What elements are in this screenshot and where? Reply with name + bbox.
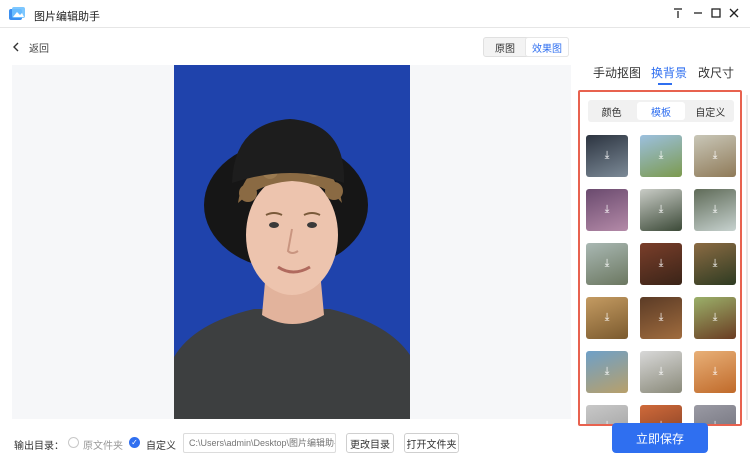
- option-original-folder-label: 原文件夹: [83, 441, 123, 452]
- template-thumb-deer[interactable]: ⤓: [694, 243, 736, 285]
- app-title: 图片编辑助手: [34, 11, 100, 23]
- output-path-field[interactable]: [183, 433, 336, 453]
- option-custom-label: 自定义: [146, 441, 176, 452]
- template-thumb-horse[interactable]: ⤓: [694, 297, 736, 339]
- template-thumb-forest-road[interactable]: ⤓: [586, 243, 628, 285]
- template-thumb-foggy-hills[interactable]: ⤓: [640, 189, 682, 231]
- back-button[interactable]: 返回: [12, 39, 49, 55]
- mode-custom[interactable]: 自定义: [687, 100, 734, 122]
- template-thumb-lion[interactable]: ⤓: [586, 297, 628, 339]
- change-dir-button[interactable]: 更改目录: [346, 433, 394, 453]
- chevron-left-icon: [13, 42, 19, 52]
- download-icon: ⤓: [712, 203, 718, 216]
- maximize-icon[interactable]: [708, 5, 724, 21]
- download-icon: ⤓: [604, 149, 610, 162]
- save-now-button[interactable]: 立即保存: [612, 423, 708, 453]
- portrait-illustration: [174, 119, 410, 419]
- output-dir-label: 输出目录：: [14, 441, 64, 452]
- download-icon: ⤓: [604, 365, 610, 378]
- download-icon: ⤓: [712, 365, 718, 378]
- close-icon[interactable]: [726, 5, 742, 21]
- download-icon: ⤓: [658, 149, 664, 162]
- original-view-button[interactable]: 原图: [484, 38, 526, 56]
- back-label: 返回: [29, 43, 49, 55]
- template-thumb-grazing-animal[interactable]: ⤓: [586, 351, 628, 393]
- portrait-photo: [174, 65, 410, 419]
- download-icon: ⤓: [604, 257, 610, 270]
- app-logo-icon: [9, 7, 25, 20]
- template-thumb-fox[interactable]: ⤓: [694, 351, 736, 393]
- download-icon: ⤓: [712, 311, 718, 324]
- panel-scrollbar[interactable]: [746, 95, 748, 420]
- background-panel: 颜色 模板 自定义 ⤓⤓⤓⤓⤓⤓⤓⤓⤓⤓⤓⤓⤓⤓⤓⤓⤓⤓: [578, 90, 742, 426]
- download-icon: ⤓: [712, 149, 718, 162]
- download-icon: ⤓: [658, 311, 664, 324]
- template-thumb-green-field-road[interactable]: ⤓: [640, 135, 682, 177]
- mode-template[interactable]: 模板: [637, 102, 685, 120]
- download-icon: ⤓: [658, 257, 664, 270]
- background-mode-tabs: 颜色 模板 自定义: [588, 100, 734, 122]
- template-thumb-dark-mountain-road[interactable]: ⤓: [586, 135, 628, 177]
- download-icon: ⤓: [604, 311, 610, 324]
- mode-color[interactable]: 颜色: [588, 100, 635, 122]
- download-icon: ⤓: [658, 203, 664, 216]
- template-thumb-mountain-valley[interactable]: ⤓: [694, 189, 736, 231]
- download-icon: ⤓: [712, 419, 718, 426]
- pin-icon[interactable]: [670, 5, 686, 21]
- download-icon: ⤓: [604, 203, 610, 216]
- template-thumb-snow-leopard[interactable]: ⤓: [640, 351, 682, 393]
- preview-canvas: [12, 65, 571, 419]
- download-icon: ⤓: [712, 257, 718, 270]
- result-view-button[interactable]: 效果图: [526, 38, 568, 56]
- radio-custom-folder[interactable]: ✓: [129, 437, 140, 448]
- open-folder-button[interactable]: 打开文件夹: [404, 433, 459, 453]
- template-thumb-bare-tree[interactable]: ⤓: [640, 243, 682, 285]
- tab-change-background[interactable]: 换背景: [651, 64, 687, 81]
- title-bar: 图片编辑助手: [0, 0, 750, 28]
- minimize-icon[interactable]: [690, 5, 706, 21]
- side-tabs: 手动抠图 换背景 改尺寸: [590, 64, 740, 84]
- template-thumb-desert-road[interactable]: ⤓: [694, 135, 736, 177]
- download-icon: ⤓: [604, 419, 610, 426]
- tab-resize[interactable]: 改尺寸: [698, 64, 734, 81]
- radio-original-folder[interactable]: [68, 437, 79, 448]
- template-thumb-purple-blossoms[interactable]: ⤓: [586, 189, 628, 231]
- view-toggle: 原图 效果图: [483, 37, 569, 57]
- tab-manual-cutout[interactable]: 手动抠图: [593, 64, 641, 81]
- active-tab-indicator: [658, 83, 672, 85]
- template-thumb-bull[interactable]: ⤓: [640, 297, 682, 339]
- download-icon: ⤓: [658, 365, 664, 378]
